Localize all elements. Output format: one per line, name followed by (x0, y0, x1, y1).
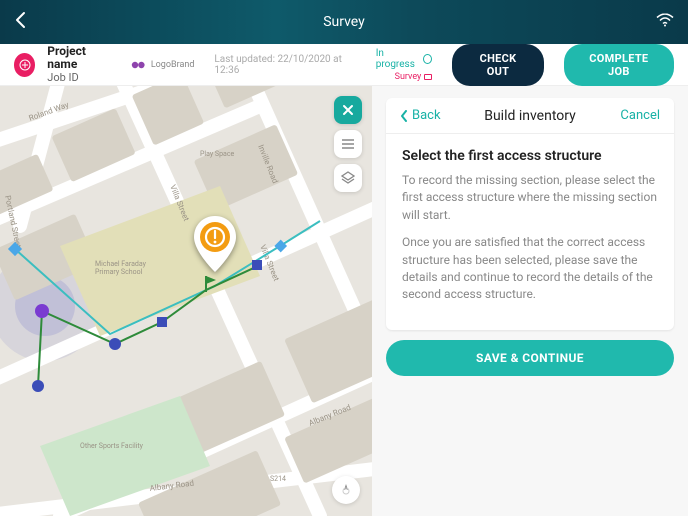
job-id: Job ID (47, 72, 111, 84)
project-icon (14, 53, 35, 77)
status-secondary-text: Survey (395, 72, 422, 82)
status-primary-text: In progress (376, 48, 420, 70)
envelope-icon (424, 74, 432, 80)
brand-logo-icon (131, 60, 147, 70)
map-panel[interactable]: Roland Way Portland Street Villa Street … (0, 86, 372, 516)
project-name: Project name (47, 45, 111, 71)
map-pin-icon[interactable] (194, 216, 236, 276)
brand-text: LogoBrand (151, 60, 195, 70)
wifi-icon (656, 13, 674, 32)
check-out-button[interactable]: CHECK OUT (452, 44, 543, 86)
map-locate-button[interactable] (332, 476, 360, 504)
body-para-2: Once you are satisfied that the correct … (402, 234, 658, 304)
status-primary: In progress (376, 48, 433, 70)
body-heading: Select the first access structure (402, 148, 658, 164)
chevron-left-icon (400, 110, 408, 122)
top-bar: Survey (0, 0, 688, 44)
complete-job-button[interactable]: COMPLETE JOB (564, 44, 674, 86)
card-title: Build inventory (484, 108, 576, 124)
map-controls (334, 96, 362, 192)
poi-label: S214 (270, 475, 286, 483)
project-text: Project name Job ID (47, 45, 111, 83)
page-title: Survey (0, 14, 688, 30)
map-svg: Roland Way Portland Street Villa Street … (0, 86, 372, 516)
card-header: Back Build inventory Cancel (386, 98, 674, 134)
inventory-card: Back Build inventory Cancel Select the f… (386, 98, 674, 330)
poi-label: Play Space (200, 150, 234, 158)
status-secondary: Survey (395, 72, 433, 82)
body-para-1: To record the missing section, please se… (402, 172, 658, 224)
poi-label: Other Sports Facility (80, 442, 144, 450)
project-info-strip: Project name Job ID LogoBrand Last updat… (0, 44, 688, 86)
card-body: Select the first access structure To rec… (386, 134, 674, 330)
progress-icon (423, 54, 432, 64)
poi-label: Michael FaradayPrimary School (95, 260, 147, 276)
map-layers-button[interactable] (334, 164, 362, 192)
main-area: Roland Way Portland Street Villa Street … (0, 86, 688, 516)
brand: LogoBrand (131, 60, 195, 70)
map-close-button[interactable] (334, 96, 362, 124)
cancel-button[interactable]: Cancel (620, 108, 660, 123)
last-updated: Last updated: 22/10/2020 at 12:36 (214, 54, 351, 76)
side-panel: Back Build inventory Cancel Select the f… (372, 86, 688, 516)
map-list-button[interactable] (334, 130, 362, 158)
status-column: In progress Survey (376, 48, 433, 82)
back-button[interactable]: Back (400, 108, 441, 123)
back-label: Back (412, 108, 441, 123)
save-continue-button[interactable]: SAVE & CONTINUE (386, 340, 674, 376)
